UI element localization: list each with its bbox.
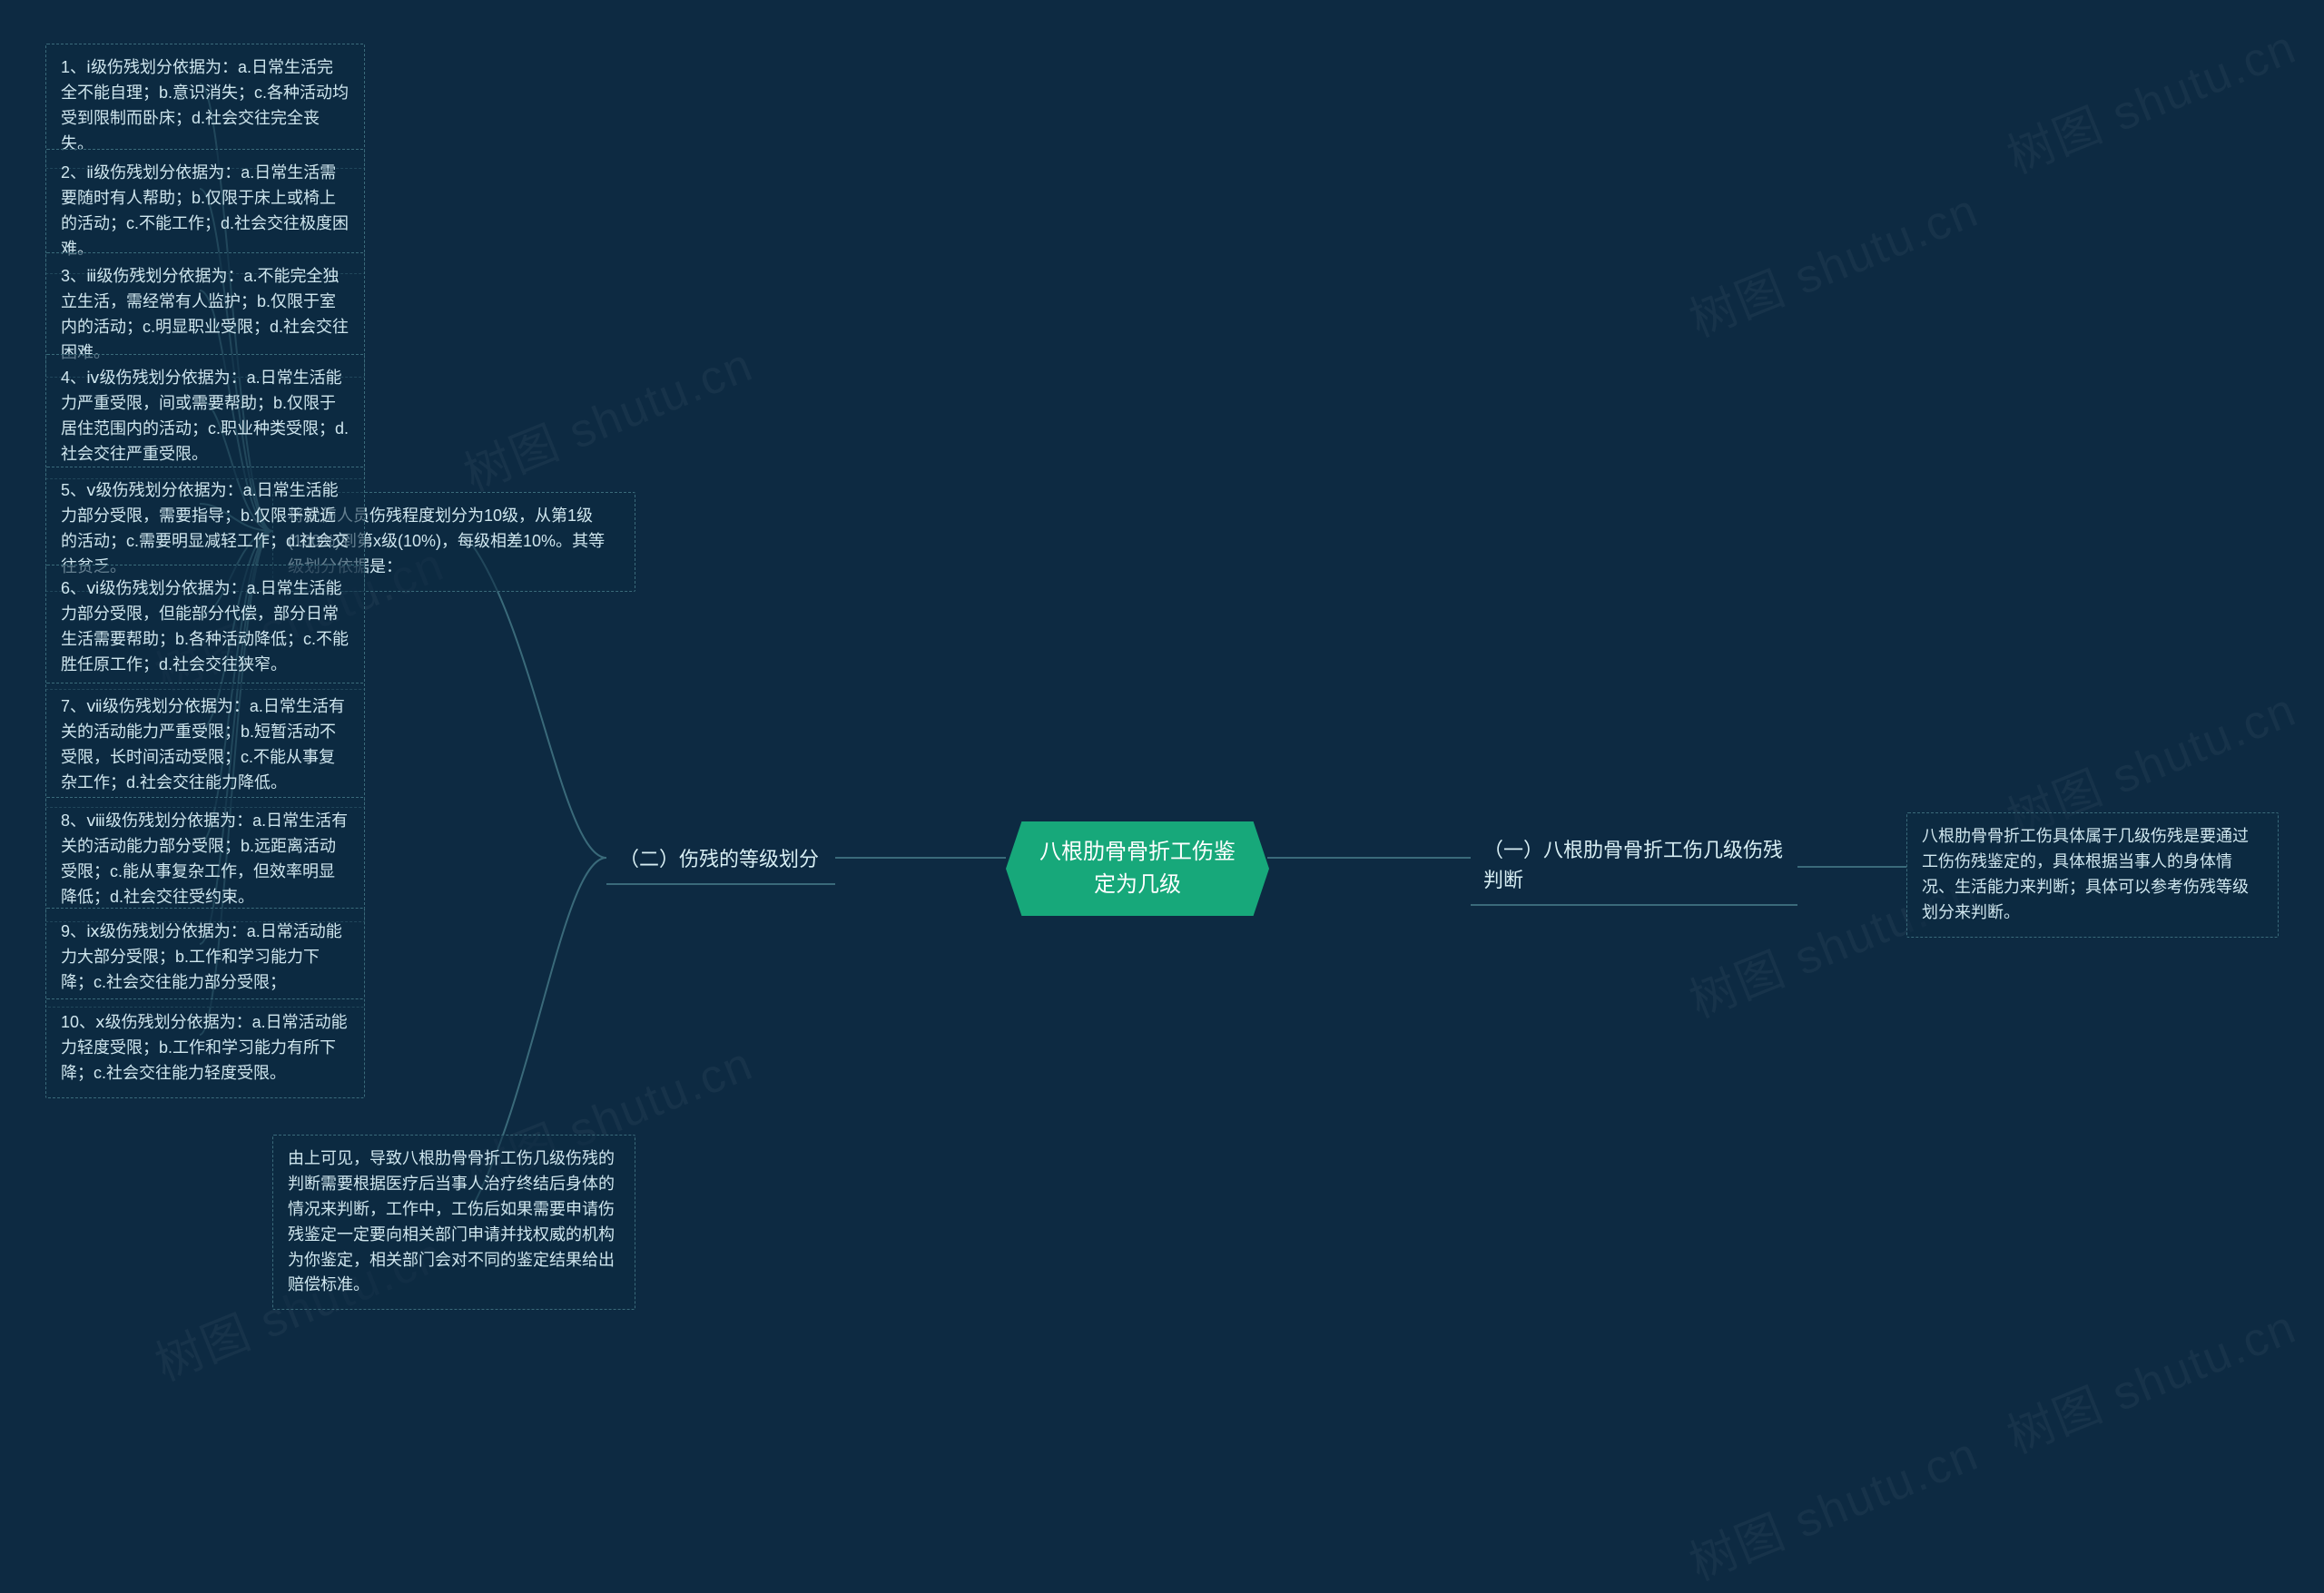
watermark: 树图 shutu.cn <box>452 327 762 505</box>
leaf-level-6[interactable]: 6、ⅵ级伤残划分依据为：a.日常生活能力部分受限，但能部分代偿，部分日常生活需要… <box>45 565 365 690</box>
watermark: 树图 shutu.cn <box>1995 9 2305 187</box>
branch-right-1[interactable]: （一）八根肋骨骨折工伤几级伤残判断 <box>1471 826 1797 906</box>
root-node[interactable]: 八根肋骨骨折工伤鉴定为几级 <box>1006 821 1269 916</box>
watermark: 树图 shutu.cn <box>1678 1416 1987 1593</box>
watermark: 树图 shutu.cn <box>1678 172 1987 350</box>
leaf-level-4[interactable]: 4、ⅳ级伤残划分依据为：a.日常生活能力严重受限，间或需要帮助；b.仅限于居住范… <box>45 354 365 479</box>
leaf-level-8[interactable]: 8、ⅷ级伤残划分依据为：a.日常生活有关的活动能力部分受限；b.远距离活动受限；… <box>45 797 365 922</box>
watermark: 树图 shutu.cn <box>1995 1289 2305 1467</box>
leaf-level-10[interactable]: 10、ⅹ级伤残划分依据为：a.日常活动能力轻度受限；b.工作和学习能力有所下降；… <box>45 998 365 1098</box>
leaf-conclusion[interactable]: 由上可见，导致八根肋骨骨折工伤几级伤残的判断需要根据医疗后当事人治疗终结后身体的… <box>272 1135 635 1310</box>
leaf-level-9[interactable]: 9、ⅸ级伤残划分依据为：a.日常活动能力大部分受限；b.工作和学习能力下降；c.… <box>45 908 365 1008</box>
branch-left-2[interactable]: （二）伤残的等级划分 <box>606 835 835 885</box>
leaf-right-1[interactable]: 八根肋骨骨折工伤具体属于几级伤残是要通过工伤伤残鉴定的，具体根据当事人的身体情况… <box>1906 812 2279 938</box>
leaf-level-7[interactable]: 7、ⅶ级伤残划分依据为：a.日常生活有关的活动能力严重受限；b.短暂活动不受限，… <box>45 683 365 808</box>
